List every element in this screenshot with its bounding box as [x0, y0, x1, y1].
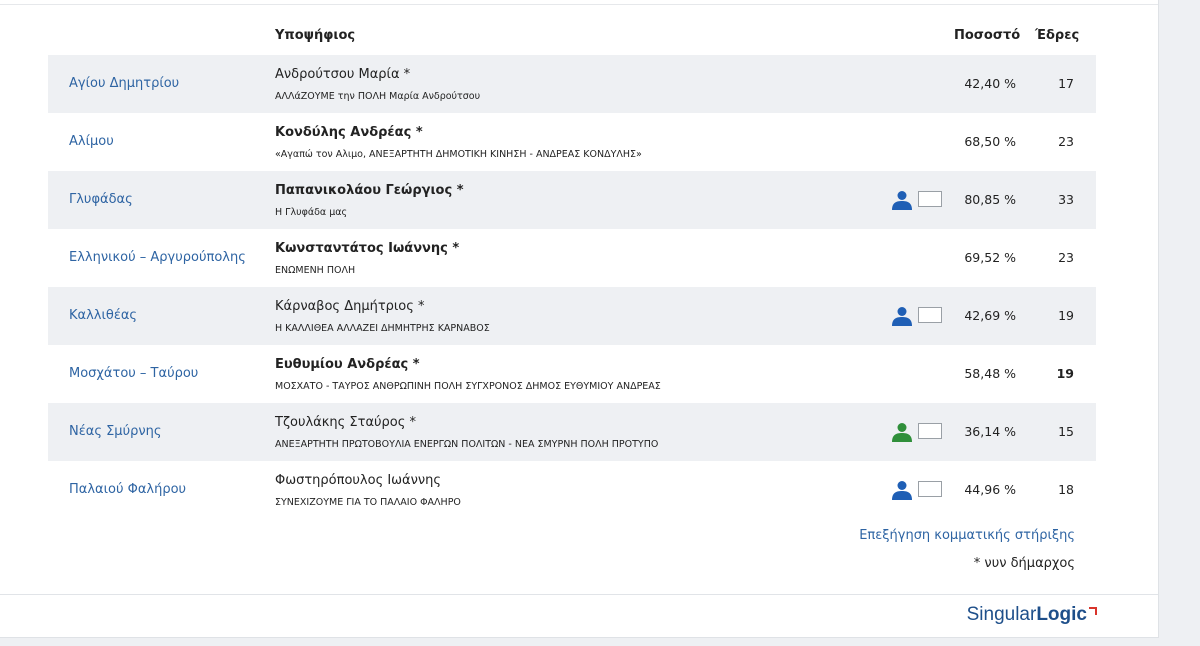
seats-value: 18: [1058, 482, 1074, 497]
logo-text-singular: Singular: [966, 604, 1037, 625]
percentage-value: 36,14 %: [964, 424, 1016, 439]
support-box[interactable]: [918, 423, 942, 439]
party-name: ΣΥΝΕΧΙΖΟΥΜΕ ΓΙΑ ΤΟ ΠΑΛΑΙΟ ΦΑΛΗΡΟ: [275, 497, 461, 508]
party-support-explanation-link[interactable]: Επεξήγηση κομματικής στήριξης: [859, 528, 1075, 543]
table-row: Νέας Σμύρνης Τζουλάκης Σταύρος * ΑΝΕΞΑΡΤ…: [48, 403, 1096, 461]
candidate-name: Κονδύλης Ανδρέας *: [275, 125, 423, 140]
party-name: ΑΛΛάΖΟΥΜΕ την ΠΟΛΗ Μαρία Ανδρούτσου: [275, 91, 481, 102]
seats-value: 17: [1058, 76, 1074, 91]
party-support: [891, 305, 947, 326]
person-icon[interactable]: [891, 480, 913, 500]
support-box[interactable]: [918, 191, 942, 207]
singularlogic-logo: SingularLogic: [967, 604, 1098, 628]
candidate-name: Ευθυμίου Ανδρέας *: [275, 357, 420, 372]
person-icon[interactable]: [891, 190, 913, 210]
table-row: Γλυφάδας Παπανικολάου Γεώργιος * Η Γλυφά…: [48, 171, 1096, 229]
party-name: Η ΚΑΛΛΙΘΕΑ ΑΛΛΑΖΕΙ ΔΗΜΗΤΡΗΣ ΚΑΡΝΑΒΟΣ: [275, 323, 490, 334]
party-name: «Αγαπώ τον Αλιμο, ΑΝΕΞΑΡΤΗΤΗ ΔΗΜΟΤΙΚΗ ΚΙ…: [275, 149, 642, 160]
party-name: ΜΟΣΧΑΤΟ - ΤΑΥΡΟΣ ΑΝΘΡΩΠΙΝΗ ΠΟΛΗ ΣΥΓΧΡΟΝΟ…: [275, 381, 661, 392]
percentage-value: 69,52 %: [964, 250, 1016, 265]
results-table: Αγίου Δημητρίου Ανδρούτσου Μαρία * ΑΛΛάΖ…: [48, 55, 1096, 519]
percentage-value: 42,40 %: [964, 76, 1016, 91]
municipality-link[interactable]: Καλλιθέας: [69, 308, 137, 323]
table-row: Αλίμου Κονδύλης Ανδρέας * «Αγαπώ τον Αλι…: [48, 113, 1096, 171]
header-percentage: Ποσοστό: [954, 28, 1021, 43]
party-name: ΕΝΩΜΕΝΗ ΠΟΛΗ: [275, 265, 356, 276]
municipality-link[interactable]: Αλίμου: [69, 134, 114, 149]
party-name: ΑΝΕΞΑΡΤΗΤΗ ΠΡΩΤΟΒΟΥΛΙΑ ΕΝΕΡΓΩΝ ΠΟΛΙΤΩΝ -…: [275, 439, 659, 450]
candidate-name: Τζουλάκης Σταύρος *: [275, 415, 417, 430]
incumbent-note: * νυν δήμαρχος: [973, 556, 1075, 571]
municipality-link[interactable]: Ελληνικού – Αργυρούπολης: [69, 250, 246, 265]
candidate-name: Φωστηρόπουλος Ιωάννης: [275, 473, 442, 488]
municipality-link[interactable]: Αγίου Δημητρίου: [69, 76, 179, 91]
header-candidate: Υποψήφιος: [275, 28, 356, 43]
party-support: [891, 421, 947, 442]
percentage-value: 42,69 %: [964, 308, 1016, 323]
candidate-name: Κάρναβος Δημήτριος *: [275, 299, 425, 314]
seats-value: 23: [1058, 134, 1074, 149]
municipality-link[interactable]: Νέας Σμύρνης: [69, 424, 161, 439]
table-header: Υποψήφιος Ποσοστό Έδρες: [48, 28, 1096, 46]
seats-value: 33: [1058, 192, 1074, 207]
percentage-value: 58,48 %: [964, 366, 1016, 381]
candidate-name: Παπανικολάου Γεώργιος *: [275, 183, 464, 198]
table-row: Καλλιθέας Κάρναβος Δημήτριος * Η ΚΑΛΛΙΘΕ…: [48, 287, 1096, 345]
top-divider: [0, 4, 1158, 5]
municipality-link[interactable]: Παλαιού Φαλήρου: [69, 482, 186, 497]
person-icon[interactable]: [891, 306, 913, 326]
candidate-name: Ανδρούτσου Μαρία *: [275, 67, 411, 82]
party-name: Η Γλυφάδα μας: [275, 207, 348, 218]
table-row: Παλαιού Φαλήρου Φωστηρόπουλος Ιωάννης ΣΥ…: [48, 461, 1096, 519]
percentage-value: 44,96 %: [964, 482, 1016, 497]
results-card: Υποψήφιος Ποσοστό Έδρες Αγίου Δημητρίου …: [0, 0, 1159, 638]
municipality-link[interactable]: Γλυφάδας: [69, 192, 133, 207]
percentage-value: 80,85 %: [964, 192, 1016, 207]
municipality-link[interactable]: Μοσχάτου – Ταύρου: [69, 366, 198, 381]
percentage-value: 68,50 %: [964, 134, 1016, 149]
table-row: Ελληνικού – Αργυρούπολης Κωνσταντάτος Ιω…: [48, 229, 1096, 287]
party-support: [891, 189, 947, 210]
person-icon[interactable]: [891, 422, 913, 442]
footer-divider: [0, 594, 1158, 595]
seats-value: 19: [1058, 308, 1074, 323]
seats-value: 15: [1058, 424, 1074, 439]
candidate-name: Κωνσταντάτος Ιωάννης *: [275, 241, 460, 256]
support-box[interactable]: [918, 307, 942, 323]
header-seats: Έδρες: [1035, 28, 1080, 43]
table-row: Μοσχάτου – Ταύρου Ευθυμίου Ανδρέας * ΜΟΣ…: [48, 345, 1096, 403]
seats-value: 23: [1058, 250, 1074, 265]
logo-mark-icon: [1089, 607, 1097, 615]
table-row: Αγίου Δημητρίου Ανδρούτσου Μαρία * ΑΛΛάΖ…: [48, 55, 1096, 113]
seats-value: 19: [1056, 366, 1074, 381]
logo-text-logic: Logic: [1036, 604, 1087, 625]
support-box[interactable]: [918, 481, 942, 497]
party-support: [891, 479, 947, 500]
